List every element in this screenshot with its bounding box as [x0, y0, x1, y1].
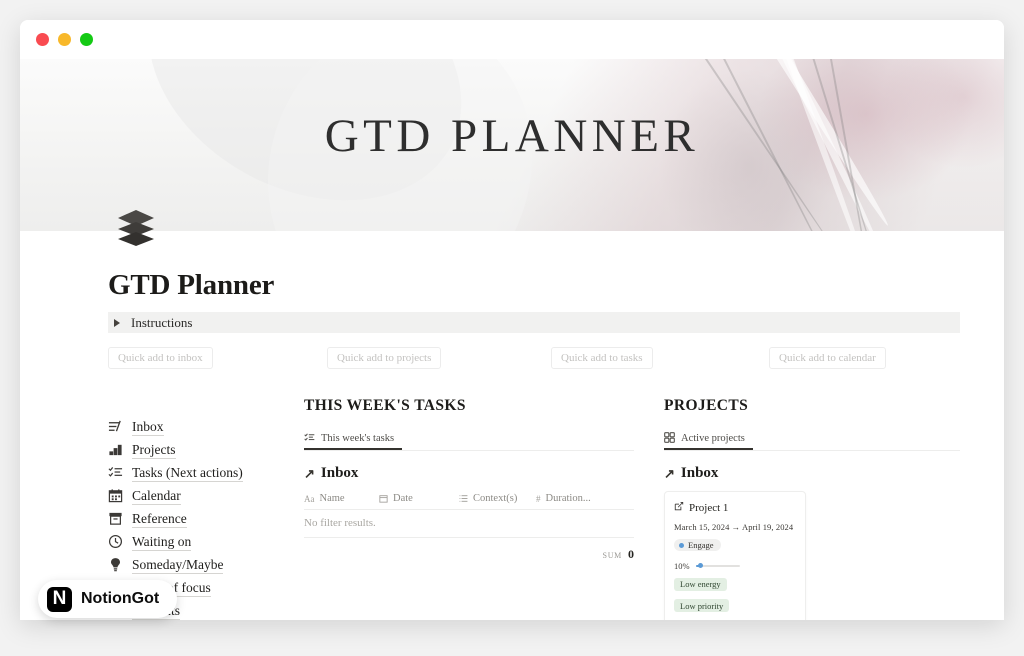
checklist-icon: [108, 465, 123, 480]
projects-tab-row: Active projects: [664, 429, 960, 451]
close-window-button[interactable]: [36, 33, 49, 46]
project-card-title: Project 1: [674, 501, 796, 514]
tasks-panel-heading: THIS WEEK'S TASKS: [304, 397, 466, 414]
arrow-up-right-icon: ↗: [664, 465, 675, 481]
text-aa-icon: Aa: [304, 493, 315, 504]
sidebar-item-calendar[interactable]: Calendar: [108, 484, 298, 507]
screenshot-root: GTD PLANNER GTD Planner Instructions Qui…: [0, 0, 1024, 656]
sidebar-item-label: Reference: [132, 510, 187, 528]
instructions-label: Instructions: [131, 314, 193, 330]
sidebar-item-label: Tasks (Next actions): [132, 464, 243, 482]
project-status-badge: Engage: [674, 539, 721, 551]
column-header-contexts[interactable]: Context(s): [459, 493, 536, 504]
page-cover-banner: GTD PLANNER: [20, 59, 1004, 231]
tasks-panel: THIS WEEK'S TASKS This week's tasks ↗ In…: [304, 397, 634, 562]
checklist-icon: [304, 432, 315, 446]
sidebar-item-label: Calendar: [132, 487, 181, 505]
column-header-duration[interactable]: # Duration...: [536, 493, 591, 504]
calendar-icon: [108, 488, 123, 503]
project-title-label: Project 1: [689, 501, 729, 514]
projects-db-title-label: Inbox: [680, 465, 719, 481]
tab-label: This week's tasks: [321, 433, 395, 444]
page-title: GTD Planner: [108, 269, 275, 301]
clock-icon: [108, 534, 123, 549]
sidebar-item-inbox[interactable]: Inbox: [108, 415, 298, 438]
inbox-lines-icon: [108, 419, 123, 434]
page-body: GTD Planner Instructions Quick add to in…: [20, 210, 1004, 620]
arrow-up-right-icon: ↗: [304, 465, 315, 481]
tasks-empty-state: No filter results.: [304, 510, 634, 538]
tasks-tab-row: This week's tasks: [304, 429, 634, 451]
bar-chart-icon: [108, 442, 123, 457]
tasks-db-title-label: Inbox: [320, 465, 359, 481]
archive-box-icon: [108, 511, 123, 526]
progress-label: 10%: [674, 560, 690, 571]
progress-bar: [695, 563, 740, 568]
column-label: Date: [393, 493, 413, 504]
tasks-db-title[interactable]: ↗ Inbox: [304, 465, 634, 482]
minimize-window-button[interactable]: [58, 33, 71, 46]
column-header-name[interactable]: Aa Name: [304, 493, 379, 504]
lightbulb-icon: [108, 557, 123, 572]
quick-add-inbox[interactable]: Quick add to inbox: [108, 347, 213, 369]
quick-add-tasks[interactable]: Quick add to tasks: [551, 347, 653, 369]
layers-stack-icon[interactable]: [114, 206, 158, 250]
notiongot-label: NotionGot: [81, 590, 160, 607]
calendar-icon: [379, 494, 388, 503]
column-header-date[interactable]: Date: [379, 493, 459, 504]
list-icon: [459, 494, 468, 503]
sidebar-item-projects[interactable]: Projects: [108, 438, 298, 461]
sidebar-item-label: Waiting on: [132, 533, 192, 551]
maximize-window-button[interactable]: [80, 33, 93, 46]
sidebar-item-label: Inbox: [132, 418, 164, 436]
project-date-range: March 15, 2024 → April 19, 2024: [674, 522, 794, 532]
sidebar-item-label: Projects: [132, 441, 176, 459]
edit-square-icon: [674, 501, 684, 514]
sidebar-item-label: Someday/Maybe: [132, 556, 224, 574]
sum-value: 0: [628, 547, 634, 561]
column-label: Duration...: [545, 493, 591, 504]
notiongot-logo-icon: N: [47, 586, 72, 612]
sidebar-item-someday-maybe[interactable]: Someday/Maybe: [108, 553, 298, 576]
notiongot-watermark: N NotionGot: [38, 580, 178, 618]
gallery-grid-icon: [664, 431, 675, 446]
project-tag-energy: Low energy: [674, 577, 727, 591]
triangle-right-icon[interactable]: [114, 318, 120, 327]
tab-label: Active projects: [681, 433, 745, 444]
column-label: Context(s): [473, 493, 518, 504]
window-titlebar: [20, 20, 1004, 59]
sum-label: SUM: [602, 551, 622, 560]
projects-panel-heading: PROJECTS: [664, 397, 749, 414]
project-card[interactable]: Project 1 March 15, 2024 → April 19, 202…: [664, 491, 806, 620]
sidebar-item-reference[interactable]: Reference: [108, 507, 298, 530]
project-tag-priority: Low priority: [674, 599, 730, 612]
quick-add-row: Quick add to inbox Quick add to projects…: [108, 347, 960, 369]
project-progress: 10%: [674, 561, 796, 571]
number-hash-icon: #: [536, 493, 541, 504]
tab-this-weeks-tasks[interactable]: This week's tasks: [304, 429, 403, 450]
quick-add-projects[interactable]: Quick add to projects: [327, 347, 442, 369]
projects-db-title[interactable]: ↗ Inbox: [664, 465, 960, 482]
quick-add-calendar[interactable]: Quick add to calendar: [769, 347, 886, 369]
sidebar-item-waiting-on[interactable]: Waiting on: [108, 530, 298, 553]
tasks-summary-row: SUM 0: [304, 538, 634, 562]
column-label: Name: [319, 493, 345, 504]
banner-title: GTD PLANNER: [324, 110, 700, 162]
app-window: GTD PLANNER GTD Planner Instructions Qui…: [20, 20, 1004, 620]
status-label: Engage: [688, 540, 714, 550]
status-dot-icon: [679, 542, 684, 548]
sidebar-item-tasks[interactable]: Tasks (Next actions): [108, 461, 298, 484]
projects-panel: PROJECTS Active projects ↗ Inbox Project…: [664, 397, 960, 620]
tasks-table-header: Aa Name Date Context(s) # Duration...: [304, 493, 634, 510]
tab-active-projects[interactable]: Active projects: [664, 429, 753, 450]
instructions-toggle[interactable]: Instructions: [108, 312, 960, 333]
